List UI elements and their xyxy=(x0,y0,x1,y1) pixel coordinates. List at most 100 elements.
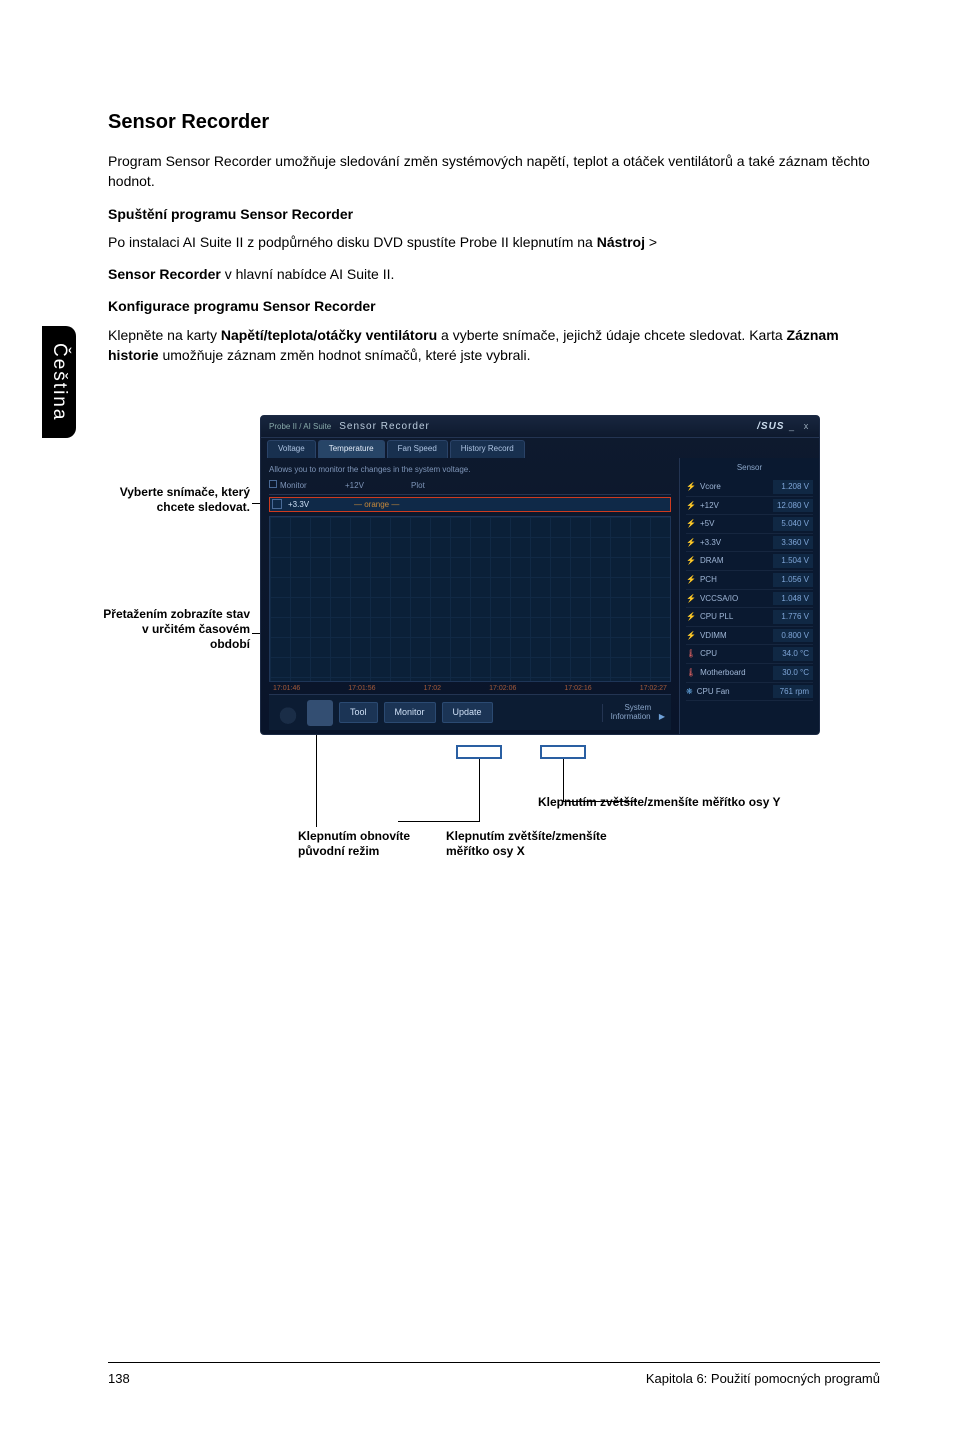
right-sensor-pane: Sensor Vcore1.208 V+12V12.080 V +5V 5.040 … xyxy=(679,458,819,734)
chevron-right-icon: ▶ xyxy=(659,712,665,721)
left-pane: Allows you to monitor the changes in the… xyxy=(261,458,679,734)
language-tab-label: Čeština xyxy=(45,343,73,421)
chart-area[interactable] xyxy=(269,516,671,682)
close-icon[interactable]: x xyxy=(801,420,811,433)
launch-text-post: > xyxy=(645,234,657,250)
bolt-icon xyxy=(686,481,696,493)
tool-button[interactable]: Tool xyxy=(339,702,378,723)
sensor-row[interactable]: Motherboard 30.0 °C xyxy=(686,664,813,683)
sensor-row-label: +5V xyxy=(686,518,714,530)
sensor-row-label: CPU xyxy=(686,648,717,660)
sensor-value: 1.504 V xyxy=(773,554,813,568)
sensor-value: 30.0 °C xyxy=(773,666,813,680)
minimize-icon[interactable]: _ xyxy=(786,420,796,433)
col-monitor: Monitor xyxy=(269,480,339,492)
window-title: Sensor Recorder xyxy=(339,420,757,435)
system-information[interactable]: System Information ▶ xyxy=(602,704,665,722)
bolt-icon xyxy=(686,555,696,567)
sensor-row[interactable]: PCH 1.056 V xyxy=(686,571,813,590)
page-number: 138 xyxy=(108,1370,130,1389)
sysinfo-line1: System xyxy=(624,703,651,712)
sensor-row[interactable]: DRAM 1.504 V xyxy=(686,552,813,571)
window-main: Allows you to monitor the changes in the… xyxy=(261,458,819,734)
therm-icon xyxy=(686,648,696,660)
sensor-name: CPU Fan xyxy=(697,686,730,698)
sensor-name: PCH xyxy=(700,574,717,586)
chart-x-labels: 17:01:46 17:01:56 17:02 17:02:06 17:02:1… xyxy=(269,684,671,694)
zoom-y-marker xyxy=(540,745,586,759)
chapter-label: Kapitola 6: Použití pomocných programů xyxy=(646,1370,880,1389)
bolt-icon xyxy=(686,630,696,642)
sensor-check-label: +3.3V xyxy=(288,499,348,511)
bolt-icon xyxy=(686,537,696,549)
launch2-bold: Sensor Recorder xyxy=(108,266,221,282)
tabs-row: Voltage Temperature Fan Speed History Re… xyxy=(261,438,819,458)
bolt-icon xyxy=(686,611,696,623)
config-mid: a vyberte snímače, jejichž údaje chcete … xyxy=(437,327,786,343)
page-footer: 138 Kapitola 6: Použití pomocných progra… xyxy=(108,1370,880,1389)
monitor-button[interactable]: Monitor xyxy=(384,702,436,723)
sensor-row[interactable]: Vcore1.208 V xyxy=(686,478,813,497)
checkbox-icon[interactable] xyxy=(269,480,277,488)
sensor-value: 5.040 V xyxy=(773,517,813,531)
sensor-row-label: CPU Fan xyxy=(686,686,730,698)
brand-label: Probe II / AI Suite xyxy=(269,421,331,433)
pane-subtitle: Allows you to monitor the changes in the… xyxy=(269,464,671,476)
sensor-name: +3.3V xyxy=(700,537,721,549)
sensor-row[interactable]: +5V 5.040 V xyxy=(686,515,813,534)
reset-icon[interactable] xyxy=(307,700,333,726)
sensor-name: DRAM xyxy=(700,555,724,567)
chart-grid xyxy=(270,517,670,681)
tab-voltage[interactable]: Voltage xyxy=(267,440,316,458)
sensor-row-label: +12V xyxy=(686,500,719,512)
sensor-value: 1.776 V xyxy=(773,610,813,624)
sensor-name: CPU PLL xyxy=(700,611,733,623)
sensor-row[interactable]: +12V12.080 V xyxy=(686,497,813,516)
launch-text-bold: Nástroj xyxy=(597,234,645,250)
sensor-row-label: +3.3V xyxy=(686,537,721,549)
sensor-value: 1.048 V xyxy=(773,592,813,606)
launch-heading: Spuštění programu Sensor Recorder xyxy=(108,204,880,224)
config-post: umožňuje záznam změn hodnot snímačů, kte… xyxy=(159,347,531,363)
screenshot-area: Vyberte snímače, který chcete sledovat. … xyxy=(108,415,880,955)
tab-temperature[interactable]: Temperature xyxy=(318,440,385,458)
sensor-name: +12V xyxy=(700,500,719,512)
tab-history-record[interactable]: History Record xyxy=(450,440,525,458)
tab-fan-speed[interactable]: Fan Speed xyxy=(387,440,448,458)
bolt-icon xyxy=(686,574,696,586)
sensor-value: 0.800 V xyxy=(773,629,813,643)
language-tab: Čeština xyxy=(42,326,76,438)
sensor-name: Motherboard xyxy=(700,667,745,679)
right-pane-header: Sensor xyxy=(686,462,813,474)
xlabel: 17:02:06 xyxy=(489,684,516,694)
gauge-icon[interactable] xyxy=(275,700,301,726)
update-button[interactable]: Update xyxy=(442,702,493,723)
window-buttons: _ x xyxy=(784,420,811,433)
sensor-row[interactable]: VCCSA/IO 1.048 V xyxy=(686,590,813,609)
intro-paragraph: Program Sensor Recorder umožňuje sledová… xyxy=(108,151,880,192)
sensor-row-label: Motherboard xyxy=(686,667,746,679)
bolt-icon xyxy=(686,593,696,605)
sensor-row[interactable]: CPU PLL 1.776 V xyxy=(686,608,813,627)
sensor-name: VCCSA/IO xyxy=(700,593,738,605)
sensor-row[interactable]: CPU34.0 °C xyxy=(686,645,813,664)
therm-icon xyxy=(686,667,696,679)
xlabel: 17:02:27 xyxy=(640,684,667,694)
sensor-row[interactable]: +3.3V3.360 V xyxy=(686,534,813,553)
sensor-rows: Vcore1.208 V+12V12.080 V+5V5.040 V+3.3V3… xyxy=(686,478,813,701)
sensor-value: 761 rpm xyxy=(773,685,813,699)
sensor-row-label: VCCSA/IO xyxy=(686,593,738,605)
asus-logo: /SUS xyxy=(757,420,784,435)
checkbox-icon[interactable] xyxy=(272,499,282,509)
sensor-check-row[interactable]: +3.3V — orange — xyxy=(269,497,671,513)
sensor-row[interactable]: VDIMM0.800 V xyxy=(686,627,813,646)
sensor-row-label: DRAM xyxy=(686,555,724,567)
page-content: Sensor Recorder Program Sensor Recorder … xyxy=(108,108,880,955)
launch-paragraph-2: Sensor Recorder v hlavní nabídce AI Suit… xyxy=(108,264,880,284)
sensor-row[interactable]: CPU Fan 761 rpm xyxy=(686,683,813,702)
callout-zoom-x: Klepnutím zvětšíte/zmenšíte měřítko osy … xyxy=(446,829,616,859)
col-plus12v: +12V xyxy=(345,480,405,492)
sensor-value: 1.056 V xyxy=(773,573,813,587)
column-headers: Monitor +12V Plot xyxy=(269,480,671,495)
section-title: Sensor Recorder xyxy=(108,108,880,137)
